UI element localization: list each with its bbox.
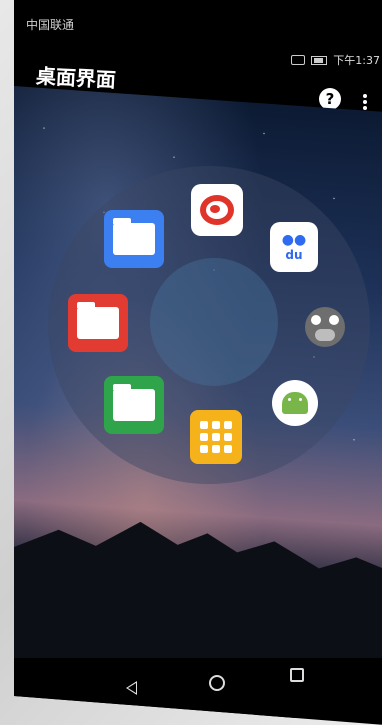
more-options-button[interactable] <box>362 92 368 112</box>
folder-icon <box>113 384 155 421</box>
monkey-icon <box>305 307 345 347</box>
folder-blue-app[interactable] <box>104 210 164 268</box>
monkey-app[interactable] <box>302 304 348 350</box>
baidu-app[interactable]: ●● du <box>270 222 318 272</box>
folder-green-app[interactable] <box>104 376 164 434</box>
app-grid-app[interactable] <box>190 410 242 464</box>
launcher-center[interactable] <box>150 258 278 386</box>
android-icon <box>282 392 308 414</box>
home-icon[interactable] <box>209 675 225 691</box>
recent-apps-icon[interactable] <box>290 668 304 682</box>
baidu-label: du <box>285 248 303 262</box>
status-bar: 中国联通 下午1:37 <box>14 0 382 67</box>
baidu-icon: ●● <box>281 232 307 248</box>
folder-icon <box>77 302 119 339</box>
back-icon[interactable] <box>124 680 138 696</box>
weibo-icon <box>200 195 234 225</box>
folder-red-app[interactable] <box>68 294 128 352</box>
carrier-label: 中国联通 <box>26 18 75 32</box>
android-app[interactable] <box>272 380 318 426</box>
phone-screen: 中国联通 下午1:37 桌面界面 ? ●● du <box>14 0 382 725</box>
app-grid-icon <box>200 421 232 453</box>
folder-icon <box>113 218 155 255</box>
weibo-app[interactable] <box>191 184 243 236</box>
